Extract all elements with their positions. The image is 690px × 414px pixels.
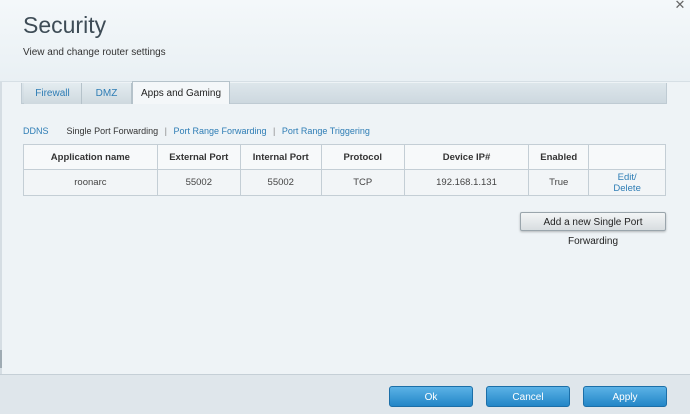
page-subtitle: View and change router settings <box>23 47 166 58</box>
ok-button[interactable]: Ok <box>389 386 473 407</box>
cell-application-name: roonarc <box>23 169 158 196</box>
column-header-device-ip: Device IP# <box>403 144 530 170</box>
column-header-external-port: External Port <box>156 144 241 170</box>
delete-link[interactable]: Delete <box>589 183 665 194</box>
subnav-single-port-forwarding[interactable]: Single Port Forwarding <box>67 126 159 136</box>
tab-apps-and-gaming[interactable]: Apps and Gaming <box>132 81 230 104</box>
column-header-enabled: Enabled <box>528 144 590 170</box>
subnav-port-range-triggering[interactable]: Port Range Triggering <box>282 126 370 136</box>
footer-bar: Ok Cancel Apply <box>0 374 690 414</box>
cell-actions: Edit/ Delete <box>588 169 666 196</box>
cell-external-port: 55002 <box>156 169 241 196</box>
edit-link[interactable]: Edit/ <box>589 172 665 183</box>
cell-device-ip: 192.168.1.131 <box>403 169 530 196</box>
column-header-actions <box>588 144 666 170</box>
tab-bar: Firewall DMZ Apps and Gaming <box>21 81 667 104</box>
column-header-internal-port: Internal Port <box>239 144 322 170</box>
cancel-button[interactable]: Cancel <box>486 386 570 407</box>
apply-button[interactable]: Apply <box>583 386 667 407</box>
add-single-port-forwarding-button[interactable]: Add a new Single Port Forwarding <box>520 212 666 247</box>
column-header-protocol: Protocol <box>320 144 405 170</box>
window-resize-handle[interactable] <box>0 350 2 368</box>
table-row: roonarc 55002 55002 TCP 192.168.1.131 Tr… <box>23 169 666 196</box>
page-title: Security <box>23 12 107 38</box>
cell-protocol: TCP <box>320 169 405 196</box>
column-header-application-name: Application name <box>23 144 158 170</box>
tab-firewall[interactable]: Firewall <box>24 83 82 104</box>
subnav-separator: | <box>273 126 276 136</box>
page-header: Security View and change router settings… <box>0 0 690 82</box>
close-icon[interactable]: ✕ <box>674 0 686 11</box>
subnav-separator: | <box>164 126 167 136</box>
subnav-port-range-forwarding[interactable]: Port Range Forwarding <box>173 126 266 136</box>
sub-navigation: DDNS Single Port Forwarding | Port Range… <box>23 126 370 138</box>
cell-enabled: True <box>528 169 590 196</box>
cell-internal-port: 55002 <box>239 169 322 196</box>
port-forwarding-table: Application name External Port Internal … <box>23 144 666 196</box>
subnav-ddns[interactable]: DDNS <box>23 126 49 136</box>
tab-dmz[interactable]: DMZ <box>82 83 132 104</box>
table-header-row: Application name External Port Internal … <box>23 144 666 170</box>
